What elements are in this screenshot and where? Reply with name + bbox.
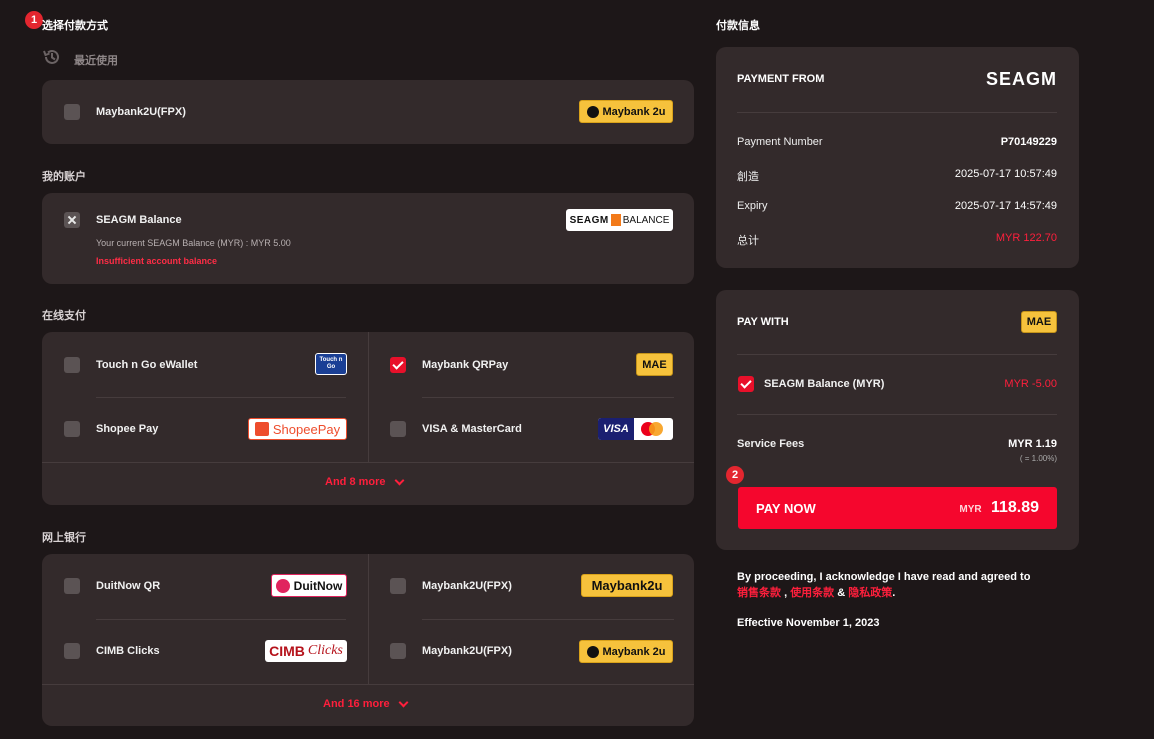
account-card: SEAGM Balance Your current SEAGM Balance… (42, 193, 694, 284)
online-divider-left (96, 397, 346, 398)
banking-divider-left (96, 619, 346, 620)
terms-of-use-link[interactable]: 使用条款 (790, 587, 834, 599)
pay-now-button[interactable]: PAY NOW MYR 118.89 (738, 487, 1057, 529)
total-value: MYR 122.70 (995, 232, 1057, 244)
marker-1: 1 (25, 11, 43, 29)
legal-line-2: 销售条款 , 使用条款 & 隐私政策. (737, 585, 1067, 601)
mae-logo: MAE (636, 353, 673, 376)
maybank-fpx-checkbox-1[interactable] (390, 578, 406, 594)
shopee-checkbox[interactable] (64, 421, 80, 437)
legal-line-1: By proceeding, I acknowledge I have read… (737, 571, 1031, 583)
pay-with-divider-2 (737, 414, 1057, 415)
maybank-fpx-checkbox-2[interactable] (390, 643, 406, 659)
online-card: Touch n Go eWallet Touch n Go Maybank QR… (42, 332, 694, 505)
payment-info-heading: 付款信息 (716, 20, 760, 32)
visa-mastercard-logo: VISA (598, 418, 673, 440)
seagm-balance-logo: SEAGM BALANCE (566, 209, 673, 231)
created-value: 2025-07-17 10:57:49 (954, 168, 1057, 180)
account-section-title: 我的账户 (42, 171, 86, 183)
account-checkbox-disabled[interactable] (64, 212, 80, 228)
tng-logo: Touch n Go (315, 353, 347, 375)
maybank2u-logo: Maybank2u (581, 574, 673, 597)
chevron-down-icon (398, 697, 409, 707)
recent-method-label[interactable]: Maybank2U(FPX) (96, 106, 186, 118)
shopee-label[interactable]: Shopee Pay (96, 423, 158, 435)
legal-sep-1: , (784, 587, 788, 599)
expiry-label: Expiry (737, 200, 768, 212)
online-section-title: 在线支付 (42, 310, 86, 322)
payment-number-label: Payment Number (737, 136, 823, 148)
account-method-label[interactable]: SEAGM Balance (96, 214, 182, 226)
banking-divider-right (422, 619, 674, 620)
service-fees-note: ( = 1.00%) (1019, 454, 1057, 463)
online-more-button[interactable]: And 8 more (325, 475, 404, 488)
maybank-fpx-logo: Maybank 2u (579, 640, 673, 663)
recent-checkbox[interactable] (64, 104, 80, 120)
cimb-logo: CIMB Clicks (265, 640, 347, 662)
online-divider-v (368, 332, 369, 462)
tng-label[interactable]: Touch n Go eWallet (96, 359, 197, 371)
banking-card: DuitNow QR DuitNow Maybank2U(FPX) Mayban… (42, 554, 694, 726)
legal-sep-2: & (837, 587, 846, 599)
cimb-label[interactable]: CIMB Clicks (96, 645, 160, 657)
pay-with-card: PAY WITH MAE SEAGM Balance (MYR) MYR -5.… (716, 290, 1079, 550)
qrpay-label[interactable]: Maybank QRPay (422, 359, 508, 371)
pay-now-label: PAY NOW (756, 500, 816, 516)
terms-of-sale-link[interactable]: 销售条款 (737, 587, 781, 599)
service-fees-label: Service Fees (737, 438, 805, 450)
balance-value: MYR -5.00 (1004, 378, 1057, 390)
marker-2: 2 (726, 466, 744, 484)
effective-date: Effective November 1, 2023 (737, 617, 880, 629)
payment-from-divider (737, 112, 1057, 113)
payment-method-heading: 选择付款方式 (42, 20, 108, 32)
banking-section-title: 网上银行 (42, 532, 86, 544)
total-label: 总计 (737, 235, 759, 247)
pay-now-amount: MYR 118.89 (959, 499, 1039, 516)
qrpay-checkbox[interactable] (390, 357, 406, 373)
balance-checkbox[interactable] (738, 376, 754, 392)
banking-divider-bottom (42, 684, 694, 685)
legal-text: By proceeding, I acknowledge I have read… (737, 569, 1067, 601)
mae-logo-small: MAE (1021, 311, 1057, 333)
shopeepay-logo: ShopeePay (248, 418, 347, 440)
chevron-down-icon (394, 475, 404, 485)
visa-checkbox[interactable] (390, 421, 406, 437)
payment-number-value: P70149229 (1000, 136, 1057, 148)
cimb-checkbox[interactable] (64, 643, 80, 659)
recent-card: Maybank2U(FPX) Maybank 2u (42, 80, 694, 144)
maybank-fpx-label-2[interactable]: Maybank2U(FPX) (422, 645, 512, 657)
legal-end: . (892, 587, 896, 599)
payment-from-title: PAYMENT FROM (737, 73, 825, 85)
created-label: 創造 (737, 171, 759, 183)
pay-with-divider-1 (737, 354, 1057, 355)
duitnow-checkbox[interactable] (64, 578, 80, 594)
account-balance-text: Your current SEAGM Balance (MYR) : MYR 5… (96, 238, 291, 248)
seagm-brand-logo: SEAGM (985, 69, 1057, 89)
expiry-value: 2025-07-17 14:57:49 (954, 200, 1057, 212)
account-warning-text: Insufficient account balance (96, 256, 218, 266)
pay-with-title: PAY WITH (737, 316, 789, 328)
banking-divider-v (368, 554, 369, 684)
online-divider-right (422, 397, 674, 398)
online-divider-bottom (42, 462, 694, 463)
duitnow-label[interactable]: DuitNow QR (96, 580, 160, 592)
service-fees-value: MYR 1.19 (1008, 438, 1057, 450)
tng-checkbox[interactable] (64, 357, 80, 373)
maybank-logo: Maybank 2u (579, 100, 673, 123)
payment-from-card: PAYMENT FROM SEAGM Payment Number P70149… (716, 47, 1079, 268)
recent-label: 最近使用 (74, 55, 118, 67)
duitnow-logo: DuitNow (271, 574, 347, 597)
history-icon (42, 47, 62, 70)
visa-label[interactable]: VISA & MasterCard (422, 423, 522, 435)
privacy-policy-link[interactable]: 隐私政策 (848, 587, 892, 599)
balance-label[interactable]: SEAGM Balance (MYR) (764, 378, 884, 390)
maybank-fpx-label-1[interactable]: Maybank2U(FPX) (422, 580, 512, 592)
banking-more-button[interactable]: And 16 more (323, 697, 409, 710)
